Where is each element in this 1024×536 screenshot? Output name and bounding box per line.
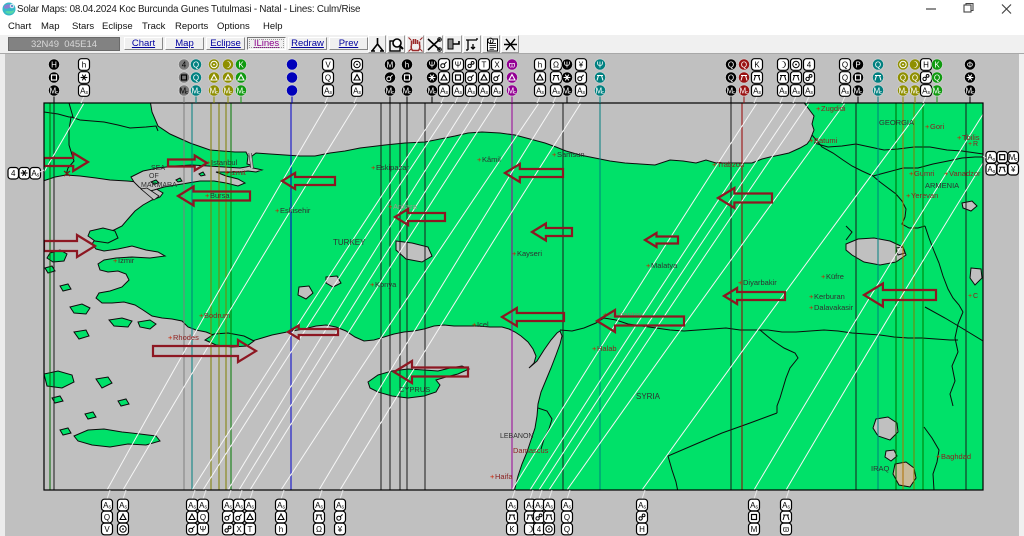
- svg-text:i: i: [490, 38, 492, 45]
- svg-text:Trabzon: Trabzon: [717, 160, 744, 169]
- svg-text:K: K: [509, 525, 515, 534]
- svg-text:¥: ¥: [578, 61, 584, 70]
- svg-text:Q: Q: [325, 74, 331, 83]
- svg-text:H: H: [639, 525, 645, 534]
- svg-text:M: M: [751, 525, 758, 534]
- svg-text:Kayseri: Kayseri: [517, 249, 542, 258]
- svg-text:CYPRUS: CYPRUS: [399, 385, 430, 394]
- svg-text:Istanbul: Istanbul: [211, 158, 238, 167]
- svg-text:P: P: [855, 61, 860, 70]
- svg-text:Q: Q: [564, 513, 570, 522]
- svg-text:Kerburan: Kerburan: [814, 292, 845, 301]
- svg-text:K: K: [754, 61, 760, 70]
- svg-text:h: h: [538, 61, 542, 70]
- svg-text:Konya: Konya: [375, 280, 397, 289]
- svg-text:4: 4: [11, 169, 16, 178]
- svg-text:Izmit: Izmit: [230, 168, 247, 177]
- svg-text:OF: OF: [149, 173, 159, 180]
- svg-text:Q: Q: [200, 513, 206, 522]
- svg-text:Zugdidi: Zugdidi: [821, 104, 846, 113]
- svg-text:Q: Q: [728, 61, 734, 70]
- svg-text:Q: Q: [104, 513, 110, 522]
- svg-text:H: H: [51, 61, 57, 70]
- svg-text:Ω: Ω: [553, 61, 559, 70]
- svg-text:Küfre: Küfre: [826, 272, 844, 281]
- svg-text:Q: Q: [842, 61, 848, 70]
- svg-text:Izmir: Izmir: [118, 256, 135, 265]
- svg-text:Q: Q: [193, 74, 199, 83]
- svg-text:¥: ¥: [337, 525, 343, 534]
- svg-text:¥: ¥: [1010, 165, 1016, 174]
- svg-text:Q: Q: [842, 74, 848, 83]
- svg-text:K: K: [238, 61, 244, 70]
- svg-text:Ψ: Ψ: [455, 61, 462, 70]
- svg-text:Φ: Φ: [967, 61, 973, 70]
- svg-text:MARMARA: MARMARA: [141, 182, 177, 189]
- svg-text:Ψ: Ψ: [429, 61, 436, 70]
- svg-text:Q: Q: [912, 74, 918, 83]
- svg-text:Halab: Halab: [597, 344, 617, 353]
- svg-text:Bodrum: Bodrum: [204, 311, 230, 320]
- svg-text:IRAQ: IRAQ: [871, 464, 890, 473]
- svg-text:Ψ: Ψ: [597, 61, 604, 70]
- svg-text:LEBANON: LEBANON: [500, 433, 533, 440]
- svg-text:h: h: [405, 61, 409, 70]
- svg-text:V: V: [325, 61, 331, 70]
- svg-text:Kâmil: Kâmil: [482, 155, 501, 164]
- svg-text:K: K: [934, 61, 940, 70]
- svg-text:Q: Q: [564, 525, 570, 534]
- svg-text:T: T: [248, 525, 253, 534]
- svg-text:V: V: [104, 525, 110, 534]
- svg-text:SYRIA: SYRIA: [636, 392, 661, 401]
- svg-text:Eskisehir: Eskisehir: [280, 206, 311, 215]
- svg-text:Baghdad: Baghdad: [941, 452, 971, 461]
- svg-text:GEORGIA: GEORGIA: [879, 118, 914, 127]
- svg-text:Damascus: Damascus: [513, 446, 549, 455]
- svg-text:4: 4: [182, 61, 187, 70]
- svg-text:4: 4: [807, 61, 812, 70]
- svg-text:Eskipazar: Eskipazar: [376, 163, 409, 172]
- svg-text:T: T: [482, 61, 487, 70]
- svg-text:Gori: Gori: [930, 122, 945, 131]
- svg-text:Gumri: Gumri: [914, 169, 935, 178]
- svg-text:R: R: [973, 141, 978, 148]
- svg-text:Yerevan: Yerevan: [911, 191, 938, 200]
- svg-text:ϖ: ϖ: [509, 61, 515, 70]
- svg-text:Ψ: Ψ: [564, 61, 571, 70]
- svg-text:C: C: [973, 293, 978, 300]
- svg-text:Ψ: Ψ: [200, 525, 207, 534]
- svg-text:Q: Q: [741, 61, 747, 70]
- svg-text:Rhodes: Rhodes: [173, 333, 199, 342]
- svg-text:Ω: Ω: [316, 525, 322, 534]
- svg-text:h: h: [82, 61, 86, 70]
- svg-text:Haifa: Haifa: [495, 472, 513, 481]
- svg-text:TURKEY: TURKEY: [333, 238, 366, 247]
- svg-text:Icel: Icel: [477, 320, 489, 329]
- svg-text:H: H: [923, 61, 929, 70]
- svg-text:Batumi: Batumi: [814, 136, 838, 145]
- svg-text:Dalavakasir: Dalavakasir: [814, 303, 854, 312]
- svg-text:ϖ: ϖ: [783, 525, 789, 534]
- svg-text:Diyarbakir: Diyarbakir: [743, 278, 777, 287]
- svg-text:Samsun: Samsun: [557, 150, 585, 159]
- svg-text:Q: Q: [875, 61, 881, 70]
- svg-text:+: +: [968, 141, 972, 148]
- svg-text:ARMENIA: ARMENIA: [925, 181, 959, 190]
- svg-text:Q: Q: [900, 74, 906, 83]
- svg-text:SEA: SEA: [151, 165, 165, 172]
- svg-text:Vanadzor: Vanadzor: [949, 169, 981, 178]
- svg-text:M: M: [387, 61, 394, 70]
- svg-text:+: +: [968, 293, 972, 300]
- svg-text:4: 4: [537, 525, 542, 534]
- svg-text:Q: Q: [934, 74, 940, 83]
- svg-text:X: X: [494, 61, 500, 70]
- svg-text:Q: Q: [728, 74, 734, 83]
- svg-text:Malatya: Malatya: [651, 261, 678, 270]
- svg-text:X: X: [236, 525, 242, 534]
- svg-text:Q: Q: [193, 61, 199, 70]
- svg-text:h: h: [279, 525, 283, 534]
